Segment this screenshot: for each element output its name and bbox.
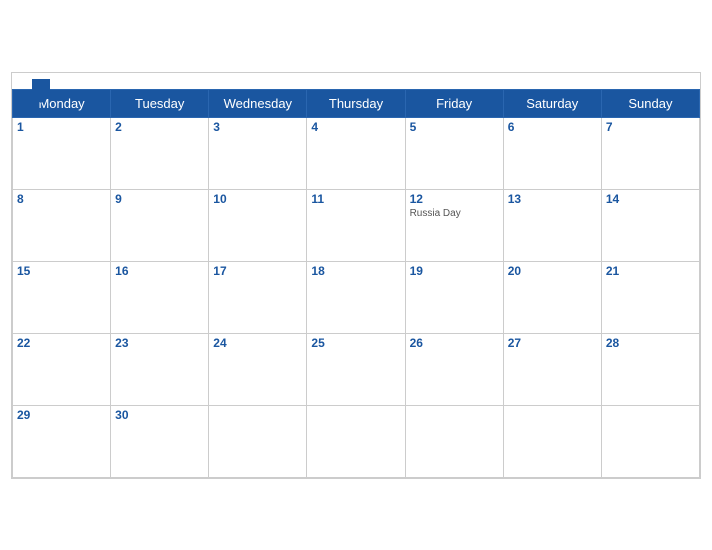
weekday-header-tuesday: Tuesday <box>111 89 209 117</box>
date-number: 2 <box>115 120 204 134</box>
calendar-body: 123456789101112Russia Day131415161718192… <box>13 117 700 477</box>
date-number: 16 <box>115 264 204 278</box>
date-number: 12 <box>410 192 499 206</box>
calendar-cell: 20 <box>503 261 601 333</box>
date-number: 24 <box>213 336 302 350</box>
calendar-cell: 28 <box>601 333 699 405</box>
date-number: 1 <box>17 120 106 134</box>
calendar-header <box>12 73 700 89</box>
weekday-header-wednesday: Wednesday <box>209 89 307 117</box>
calendar-cell: 12 Russia Day <box>405 189 503 261</box>
date-number: 17 <box>213 264 302 278</box>
date-number: 21 <box>606 264 695 278</box>
date-number: 10 <box>213 192 302 206</box>
date-number: 26 <box>410 336 499 350</box>
date-number: 25 <box>311 336 400 350</box>
calendar-cell: 30 <box>111 405 209 477</box>
calendar-cell: 15 <box>13 261 111 333</box>
calendar-cell: 27 <box>503 333 601 405</box>
date-number: 6 <box>508 120 597 134</box>
calendar-week-row: 1234567 <box>13 117 700 189</box>
date-number: 13 <box>508 192 597 206</box>
weekday-header-saturday: Saturday <box>503 89 601 117</box>
calendar-cell <box>601 405 699 477</box>
date-number: 30 <box>115 408 204 422</box>
calendar-thead: MondayTuesdayWednesdayThursdayFridaySatu… <box>13 89 700 117</box>
calendar-cell <box>307 405 405 477</box>
calendar-cell: 16 <box>111 261 209 333</box>
calendar-cell: 19 <box>405 261 503 333</box>
date-number: 22 <box>17 336 106 350</box>
date-number: 20 <box>508 264 597 278</box>
date-number: 18 <box>311 264 400 278</box>
calendar-cell: 21 <box>601 261 699 333</box>
calendar-cell: 1 <box>13 117 111 189</box>
calendar-cell: 4 <box>307 117 405 189</box>
calendar-cell: 10 <box>209 189 307 261</box>
date-number: 27 <box>508 336 597 350</box>
calendar-cell: 29 <box>13 405 111 477</box>
date-number: 14 <box>606 192 695 206</box>
calendar-cell: 23 <box>111 333 209 405</box>
date-number: 28 <box>606 336 695 350</box>
calendar-week-row: 22 23 24 25 26 27 28 <box>13 333 700 405</box>
calendar-week-row: 29 30 <box>13 405 700 477</box>
calendar-cell: 8 <box>13 189 111 261</box>
date-number: 19 <box>410 264 499 278</box>
calendar-cell: 5 <box>405 117 503 189</box>
date-number: 29 <box>17 408 106 422</box>
calendar-grid: MondayTuesdayWednesdayThursdayFridaySatu… <box>12 89 700 478</box>
date-number: 23 <box>115 336 204 350</box>
calendar-week-row: 15 16 17 18 19 20 21 <box>13 261 700 333</box>
weekday-header-row: MondayTuesdayWednesdayThursdayFridaySatu… <box>13 89 700 117</box>
calendar-cell <box>209 405 307 477</box>
calendar-cell: 26 <box>405 333 503 405</box>
date-number: 3 <box>213 120 302 134</box>
calendar-cell: 14 <box>601 189 699 261</box>
calendar-cell: 18 <box>307 261 405 333</box>
calendar-cell <box>503 405 601 477</box>
calendar-cell: 9 <box>111 189 209 261</box>
calendar-cell: 11 <box>307 189 405 261</box>
date-number: 8 <box>17 192 106 206</box>
weekday-header-friday: Friday <box>405 89 503 117</box>
logo-icon <box>32 79 50 103</box>
date-number: 5 <box>410 120 499 134</box>
date-number: 7 <box>606 120 695 134</box>
weekday-header-sunday: Sunday <box>601 89 699 117</box>
calendar-cell: 3 <box>209 117 307 189</box>
calendar-event: Russia Day <box>410 208 499 219</box>
calendar-cell: 24 <box>209 333 307 405</box>
calendar-container: MondayTuesdayWednesdayThursdayFridaySatu… <box>11 72 701 479</box>
date-number: 15 <box>17 264 106 278</box>
calendar-cell: 22 <box>13 333 111 405</box>
calendar-cell: 2 <box>111 117 209 189</box>
calendar-cell <box>405 405 503 477</box>
date-number: 11 <box>311 192 400 206</box>
calendar-week-row: 89 10 11 12 Russia Day 13 14 <box>13 189 700 261</box>
weekday-header-thursday: Thursday <box>307 89 405 117</box>
date-number: 4 <box>311 120 400 134</box>
calendar-cell: 7 <box>601 117 699 189</box>
logo <box>28 79 50 103</box>
calendar-cell: 6 <box>503 117 601 189</box>
calendar-cell: 25 <box>307 333 405 405</box>
calendar-cell: 17 <box>209 261 307 333</box>
calendar-cell: 13 <box>503 189 601 261</box>
date-number: 9 <box>115 192 204 206</box>
